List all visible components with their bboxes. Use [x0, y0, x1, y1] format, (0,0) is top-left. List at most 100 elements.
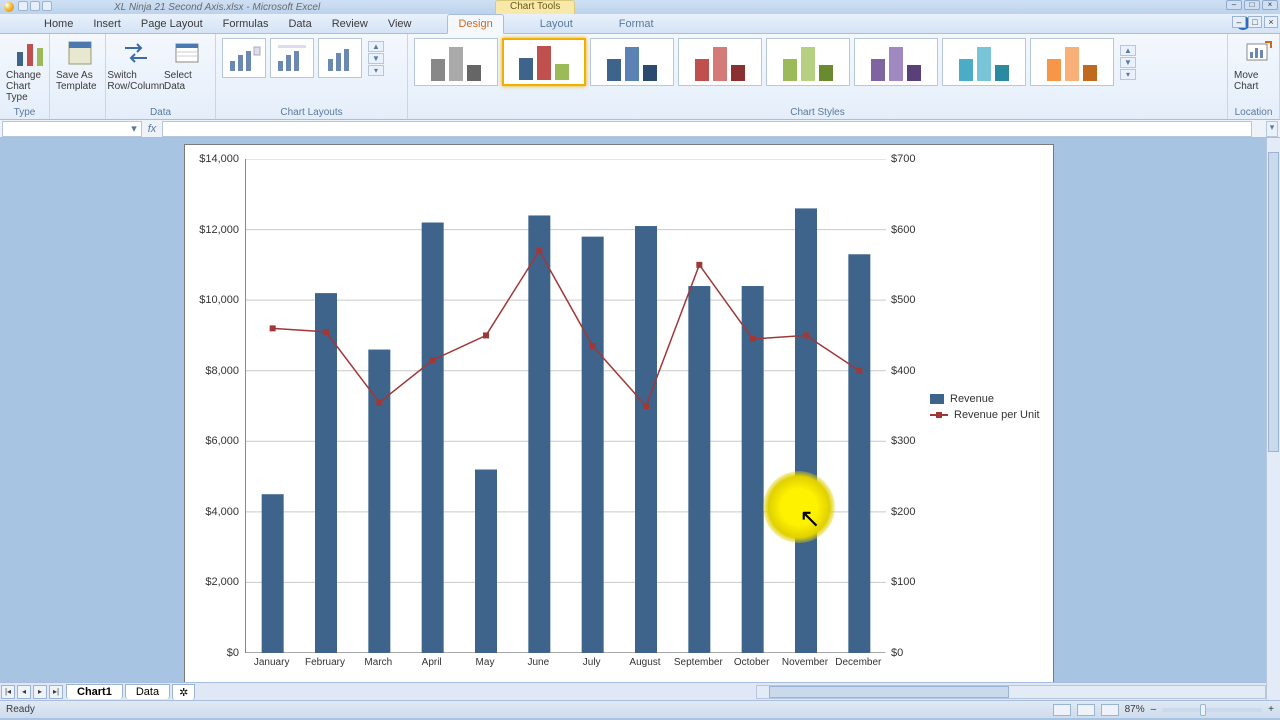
formula-edit[interactable] — [162, 121, 1252, 137]
y2-axis-tick: $400 — [891, 365, 915, 377]
chart-style-8[interactable] — [1030, 38, 1114, 86]
x-axis-tick: January — [254, 657, 290, 668]
sheet-tab-bar: |◂ ◂ ▸ ▸| Chart1 Data ✲ — [0, 682, 1280, 700]
plot-area[interactable] — [245, 159, 885, 653]
chart-layout-1[interactable] — [222, 38, 266, 78]
y-axis-tick: $14,000 — [189, 153, 239, 165]
sheet-tab-data[interactable]: Data — [125, 684, 170, 699]
x-axis-tick: March — [364, 657, 392, 668]
title-bar: XL Ninja 21 Second Axis.xlsx - Microsoft… — [0, 0, 1280, 14]
move-chart-icon — [1243, 38, 1273, 68]
tab-view[interactable]: View — [378, 15, 422, 33]
tab-formulas[interactable]: Formulas — [213, 15, 279, 33]
template-icon — [65, 38, 95, 68]
view-page-layout-button[interactable] — [1077, 704, 1095, 716]
tab-home[interactable]: Home — [34, 15, 83, 33]
legend-swatch-line — [930, 410, 948, 420]
y2-axis-tick: $700 — [891, 153, 915, 165]
switch-row-column-button[interactable]: Switch Row/Column — [112, 38, 160, 92]
x-axis-tick: February — [305, 657, 345, 668]
y-axis-tick: $8,000 — [189, 365, 239, 377]
zoom-slider[interactable] — [1162, 708, 1262, 712]
y-axis-tick: $12,000 — [189, 224, 239, 236]
horizontal-scrollbar[interactable] — [756, 685, 1266, 699]
sheet-nav-last-button[interactable]: ▸| — [49, 685, 63, 699]
y-axis-tick: $2,000 — [189, 576, 239, 588]
ribbon-tabs: Home Insert Page Layout Formulas Data Re… — [0, 14, 1280, 34]
group-data-label: Data — [112, 106, 209, 118]
tab-layout[interactable]: Layout — [530, 15, 583, 33]
y2-axis-tick: $600 — [891, 224, 915, 236]
y-axis-tick: $10,000 — [189, 294, 239, 306]
select-data-button[interactable]: Select Data — [164, 38, 209, 92]
chart-style-7[interactable] — [942, 38, 1026, 86]
zoom-in-button[interactable]: + — [1268, 704, 1274, 715]
zoom-out-button[interactable]: – — [1151, 704, 1157, 715]
workbook-close-button[interactable]: × — [1264, 16, 1278, 28]
sheet-tab-chart1[interactable]: Chart1 — [66, 684, 123, 699]
view-page-break-button[interactable] — [1101, 704, 1119, 716]
chart-legend[interactable]: Revenue Revenue per Unit — [930, 393, 1040, 425]
chart-style-6[interactable] — [854, 38, 938, 86]
chart-style-2[interactable] — [502, 38, 586, 86]
chart-tools-contextual-tab: Chart Tools — [495, 0, 575, 14]
group-layouts-label: Chart Layouts — [222, 106, 401, 118]
y-axis-tick: $6,000 — [189, 435, 239, 447]
maximize-button[interactable]: □ — [1244, 0, 1260, 10]
ribbon: Change Chart Type Type Save As Template … — [0, 34, 1280, 120]
change-chart-type-button[interactable]: Change Chart Type — [6, 38, 54, 103]
chart-style-1[interactable] — [414, 38, 498, 86]
legend-swatch-bar — [930, 394, 944, 404]
chart-style-4[interactable] — [678, 38, 762, 86]
sheet-nav-prev-button[interactable]: ◂ — [17, 685, 31, 699]
group-location-label: Location — [1234, 106, 1273, 118]
x-axis-tick: September — [674, 657, 723, 668]
status-ready: Ready — [6, 704, 35, 715]
y-axis-tick: $0 — [189, 647, 239, 659]
x-axis-tick: November — [782, 657, 828, 668]
style-gallery-scroll[interactable]: ▲▼▾ — [1120, 45, 1136, 80]
x-axis-tick: October — [734, 657, 770, 668]
layout-gallery-scroll[interactable]: ▲▼▾ — [368, 41, 384, 76]
x-axis-tick: August — [629, 657, 660, 668]
tab-format[interactable]: Format — [609, 15, 664, 33]
minimize-button[interactable]: – — [1226, 0, 1242, 10]
tab-page-layout[interactable]: Page Layout — [131, 15, 213, 33]
insert-sheet-button[interactable]: ✲ — [172, 684, 195, 700]
x-axis-tick: June — [527, 657, 549, 668]
close-button[interactable]: × — [1262, 0, 1278, 10]
sheet-nav-next-button[interactable]: ▸ — [33, 685, 47, 699]
switch-icon — [121, 38, 151, 68]
chart-object[interactable]: $0$2,000$4,000$6,000$8,000$10,000$12,000… — [184, 144, 1054, 684]
y2-axis-tick: $300 — [891, 435, 915, 447]
group-type-label: Type — [6, 106, 43, 118]
formula-bar-expand-button[interactable]: ▾ — [1266, 121, 1278, 137]
workbook-restore-button[interactable]: □ — [1248, 16, 1262, 28]
quick-access-toolbar[interactable] — [18, 1, 54, 14]
insert-function-button[interactable]: fx — [142, 123, 162, 135]
chart-style-5[interactable] — [766, 38, 850, 86]
legend-revenue-label: Revenue — [950, 393, 994, 405]
zoom-level[interactable]: 87% — [1125, 704, 1145, 715]
move-chart-button[interactable]: Move Chart — [1234, 38, 1280, 92]
x-axis-tick: April — [422, 657, 442, 668]
name-box[interactable]: ▾ — [2, 121, 142, 137]
x-axis-tick: December — [835, 657, 881, 668]
tab-insert[interactable]: Insert — [83, 15, 131, 33]
tab-review[interactable]: Review — [322, 15, 378, 33]
sheet-nav-first-button[interactable]: |◂ — [1, 685, 15, 699]
legend-revenue-per-unit-label: Revenue per Unit — [954, 409, 1040, 421]
office-button[interactable] — [4, 2, 14, 12]
y2-axis-tick: $100 — [891, 576, 915, 588]
vertical-scrollbar[interactable] — [1266, 138, 1280, 700]
save-as-template-button[interactable]: Save As Template — [56, 38, 104, 92]
chart-style-3[interactable] — [590, 38, 674, 86]
tab-design[interactable]: Design — [447, 14, 503, 34]
formula-bar: ▾ fx ▾ — [0, 120, 1280, 138]
workbook-minimize-button[interactable]: – — [1232, 16, 1246, 28]
chart-layout-2[interactable] — [270, 38, 314, 78]
chart-layout-3[interactable] — [318, 38, 362, 78]
tab-data[interactable]: Data — [278, 15, 321, 33]
name-box-dropdown-icon[interactable]: ▾ — [129, 122, 139, 135]
view-normal-button[interactable] — [1053, 704, 1071, 716]
